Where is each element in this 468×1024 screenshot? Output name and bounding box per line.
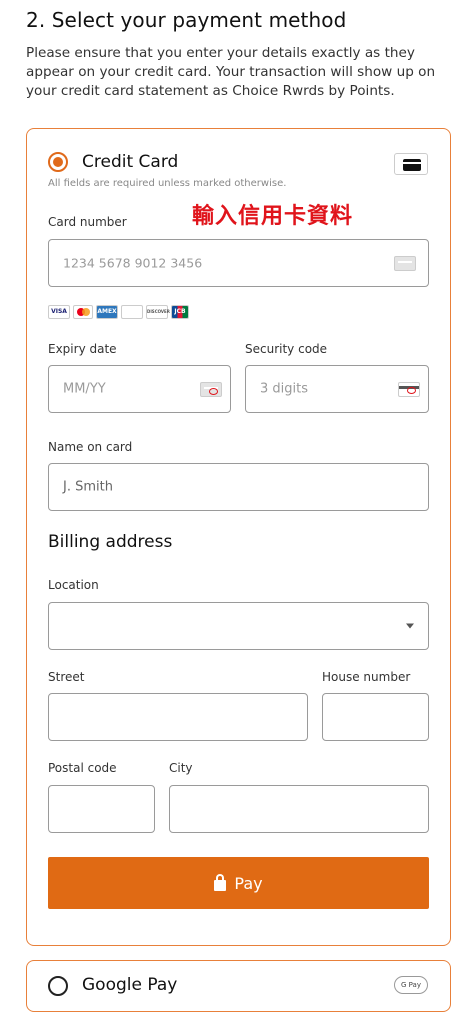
expiry-input[interactable]: MM/YY [48, 365, 231, 413]
card-number-input[interactable]: 1234 5678 9012 3456 [48, 239, 429, 287]
annotation-text: 輸入信用卡資料 [192, 204, 354, 229]
discover-icon: DISCOVER [146, 305, 170, 319]
amex-icon: AMEX [96, 305, 118, 319]
street-input[interactable] [48, 693, 308, 741]
card-icon [394, 153, 428, 175]
expiry-card-icon [200, 382, 222, 397]
billing-title: Billing address [48, 532, 173, 552]
lock-icon [214, 873, 227, 891]
page-title: 2. Select your payment method [26, 8, 347, 32]
expiry-label: Expiry date [48, 342, 117, 356]
name-placeholder: J. Smith [63, 479, 113, 495]
location-label: Location [48, 578, 99, 592]
credit-card-radio[interactable] [48, 152, 68, 172]
name-label: Name on card [48, 440, 133, 454]
pay-button[interactable]: Pay [48, 857, 429, 909]
postal-code-input[interactable] [48, 785, 155, 833]
diners-icon [121, 305, 143, 319]
expiry-placeholder: MM/YY [63, 381, 106, 397]
card-number-placeholder: 1234 5678 9012 3456 [63, 255, 203, 271]
security-label: Security code [245, 342, 328, 356]
mastercard-icon [73, 305, 93, 319]
google-pay-title[interactable]: Google Pay [82, 975, 177, 995]
google-pay-icon: G Pay [394, 976, 428, 994]
credit-card-title[interactable]: Credit Card [82, 152, 178, 172]
location-select[interactable] [48, 602, 429, 650]
jcb-icon: JCB [171, 305, 189, 319]
name-input[interactable]: J. Smith [48, 463, 429, 511]
visa-icon: VISA [48, 305, 70, 319]
card-chip-icon [394, 256, 416, 271]
house-number-label: House number [322, 670, 411, 684]
city-label: City [169, 761, 193, 775]
security-input[interactable]: 3 digits [245, 365, 429, 413]
street-label: Street [48, 670, 85, 684]
house-number-input[interactable] [322, 693, 429, 741]
dropdown-arrow-icon [406, 623, 414, 629]
card-number-label: Card number [48, 215, 127, 229]
google-pay-radio[interactable] [48, 976, 68, 996]
required-note: All fields are required unless marked ot… [48, 178, 287, 189]
pay-button-label: Pay [234, 873, 263, 893]
cvc-icon [398, 382, 420, 397]
intro-text: Please ensure that you enter your detail… [26, 45, 436, 99]
security-placeholder: 3 digits [260, 381, 309, 397]
city-input[interactable] [169, 785, 429, 833]
postal-code-label: Postal code [48, 761, 117, 775]
